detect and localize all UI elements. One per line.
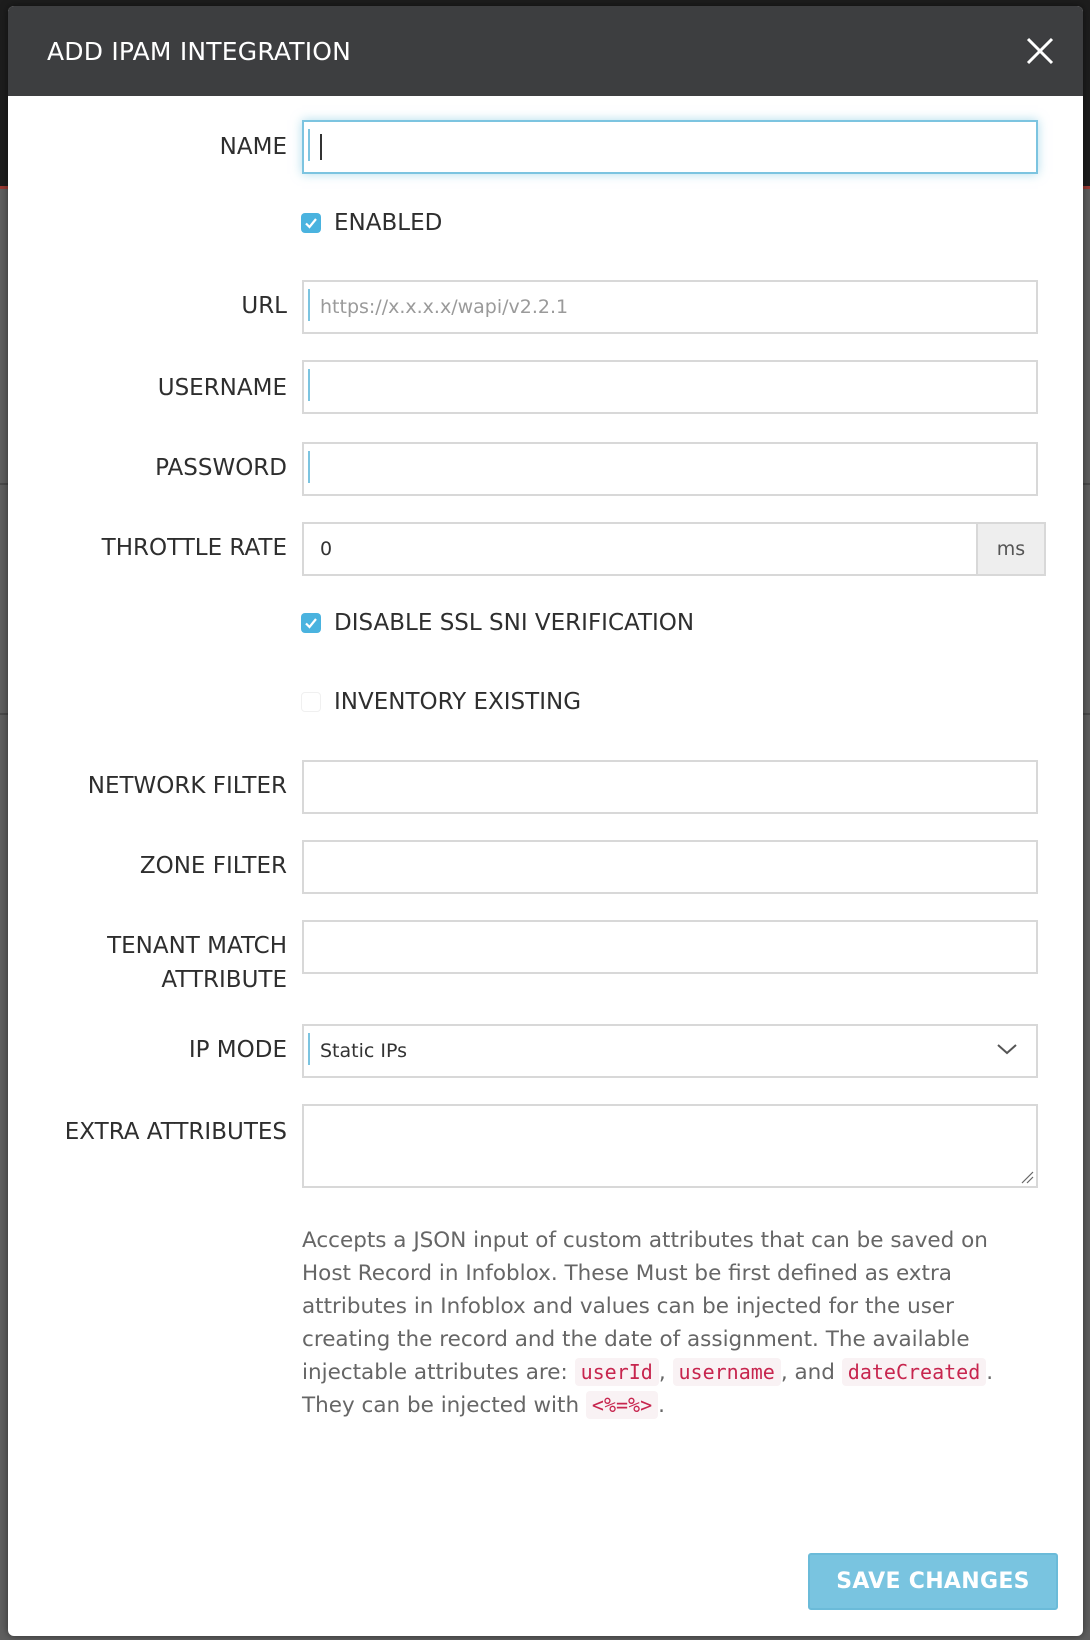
password-input[interactable]	[302, 442, 1038, 496]
throttle-rate-label: THROTTLE RATE	[101, 535, 287, 561]
ip-mode-selected-value: Static IPs	[320, 1040, 407, 1062]
ip-mode-select[interactable]: Static IPs	[302, 1024, 1038, 1078]
inventory-existing-label: INVENTORY EXISTING	[334, 689, 582, 715]
url-field-wrap	[302, 280, 1038, 334]
modal-title: ADD IPAM INTEGRATION	[47, 37, 352, 66]
focus-indicator	[308, 369, 310, 401]
disable-ssl-sni-checkbox[interactable]	[301, 613, 321, 633]
network-filter-input[interactable]	[302, 760, 1038, 814]
ip-mode-select-box[interactable]: Static IPs	[302, 1024, 1038, 1078]
username-label: USERNAME	[157, 375, 287, 401]
help-text-sep: , and	[780, 1360, 842, 1385]
tenant-match-attribute-input[interactable]	[302, 920, 1038, 974]
throttle-rate-input[interactable]	[302, 522, 978, 576]
username-field-wrap	[302, 360, 1038, 414]
url-label: URL	[241, 293, 287, 319]
enabled-checkbox[interactable]	[301, 213, 321, 233]
network-filter-label: NETWORK FILTER	[87, 773, 287, 799]
tenant-match-attribute-label: TENANT MATCH ATTRIBUTE	[107, 929, 287, 997]
url-input[interactable]	[302, 280, 1038, 334]
password-label: PASSWORD	[155, 455, 287, 481]
code-injection-syntax: <%=%>	[585, 1391, 659, 1419]
text-caret	[320, 134, 322, 160]
password-field-wrap	[302, 442, 1038, 496]
throttle-unit-addon: ms	[976, 522, 1046, 576]
code-user-id: userId	[574, 1358, 659, 1386]
name-label: NAME	[219, 134, 287, 160]
focus-indicator	[308, 129, 310, 161]
tenant-match-attribute-label-line1: TENANT MATCH	[107, 933, 287, 959]
zone-filter-input[interactable]	[302, 840, 1038, 894]
focus-indicator	[308, 451, 310, 483]
checkmark-icon	[305, 218, 317, 229]
code-date-created: dateCreated	[841, 1358, 987, 1386]
username-input[interactable]	[302, 360, 1038, 414]
close-x-icon	[1026, 37, 1054, 65]
enabled-label: ENABLED	[334, 210, 443, 236]
zone-filter-label: ZONE FILTER	[139, 853, 287, 879]
extra-attributes-wrap	[302, 1104, 1038, 1188]
extra-attributes-label: EXTRA ATTRIBUTES	[64, 1119, 287, 1145]
resize-handle-icon[interactable]	[1020, 1170, 1034, 1184]
focus-indicator	[308, 1033, 310, 1065]
tenant-match-attribute-label-line2: ATTRIBUTE	[161, 967, 287, 993]
focus-indicator	[308, 289, 310, 321]
add-ipam-integration-modal: ADD IPAM INTEGRATION NAME ENABLED URL US…	[8, 6, 1083, 1636]
name-input[interactable]	[302, 120, 1038, 174]
inventory-existing-checkbox[interactable]	[301, 692, 321, 712]
close-button[interactable]	[1025, 36, 1055, 66]
disable-ssl-sni-row: DISABLE SSL SNI VERIFICATION	[301, 610, 694, 636]
inventory-existing-row: INVENTORY EXISTING	[301, 689, 581, 715]
extra-attributes-help-text: Accepts a JSON input of custom attribute…	[302, 1224, 1042, 1422]
help-text-part: .	[658, 1393, 665, 1418]
extra-attributes-textarea[interactable]	[302, 1104, 1038, 1188]
chevron-down-icon	[997, 1044, 1017, 1055]
name-field-wrap	[302, 120, 1038, 174]
ip-mode-label: IP MODE	[188, 1037, 287, 1063]
save-changes-button[interactable]: SAVE CHANGES	[808, 1553, 1058, 1610]
help-text-sep: ,	[658, 1360, 673, 1385]
code-username: username	[672, 1358, 781, 1386]
disable-ssl-sni-label: DISABLE SSL SNI VERIFICATION	[334, 610, 695, 636]
checkmark-icon	[305, 618, 317, 629]
enabled-row: ENABLED	[301, 210, 442, 236]
modal-header: ADD IPAM INTEGRATION	[8, 6, 1083, 96]
